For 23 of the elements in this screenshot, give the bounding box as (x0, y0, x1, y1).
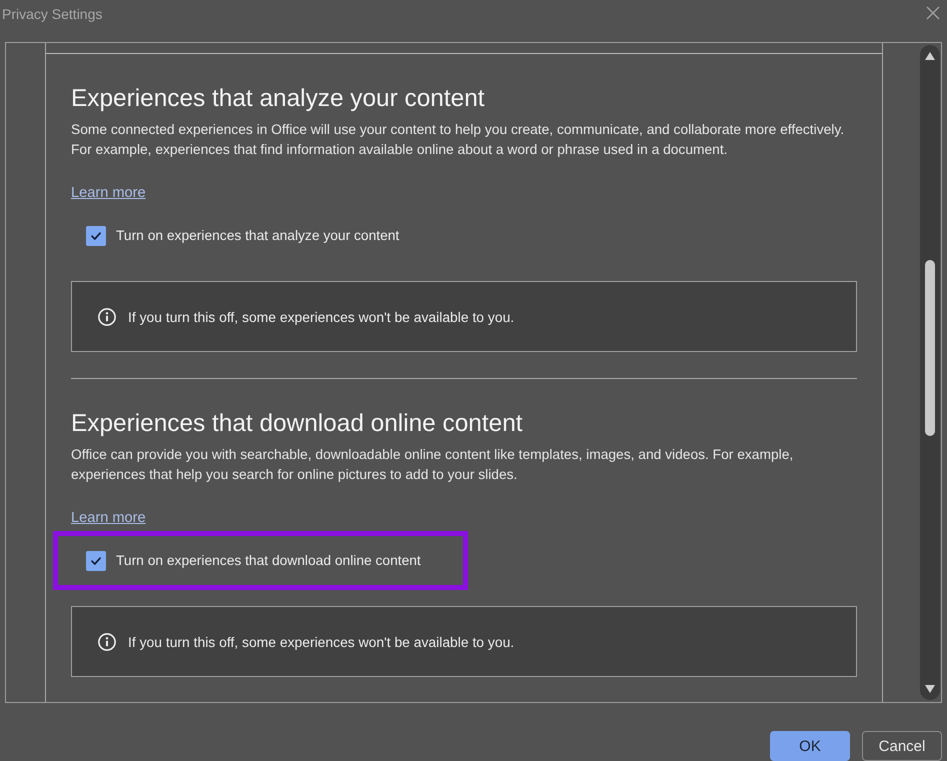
scroll-up-icon[interactable] (925, 52, 935, 60)
checkbox-label: Turn on experiences that download online content (116, 552, 421, 570)
close-button[interactable] (926, 6, 940, 20)
section-description: Office can provide you with searchable, downloadable online content like templates, images, and videos. For example, experiences that help you search for online pictures to add to your slides. (71, 446, 794, 484)
checkbox[interactable] (86, 551, 106, 571)
scrollbar[interactable] (920, 45, 940, 700)
info-icon (98, 308, 116, 326)
section-description: Some connected experiences in Office will use your content to help you create, communicate, and collaborate more effectively. For example, experiences that find information available online about a word or phrase used in a document. (71, 121, 846, 159)
checkbox[interactable] (86, 226, 106, 246)
info-message: If you turn this off, some experiences won't be available to you. (128, 632, 514, 650)
learn-more-link[interactable]: Learn more (71, 508, 146, 528)
info-icon (98, 632, 116, 650)
window-title: Privacy Settings (2, 5, 102, 23)
scrollbar-thumb[interactable] (925, 260, 935, 436)
info-message: If you turn this off, some experiences won't be available to you. (128, 308, 514, 326)
scroll-down-icon[interactable] (925, 685, 935, 693)
learn-more-link[interactable]: Learn more (71, 183, 146, 203)
ok-button[interactable]: OK (770, 731, 850, 761)
section-heading: Experiences that download online content (71, 409, 523, 439)
close-icon (926, 6, 940, 20)
cancel-button[interactable]: Cancel (862, 731, 942, 761)
checkbox-label: Turn on experiences that analyze your content (116, 227, 400, 245)
section-heading: Experiences that analyze your content (71, 84, 485, 114)
